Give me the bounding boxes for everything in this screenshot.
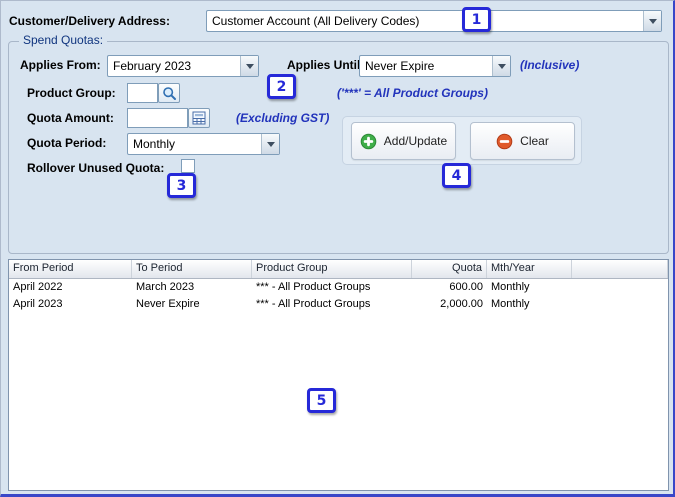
column-header-mth-year[interactable]: Mth/Year [487, 260, 572, 278]
chevron-down-icon[interactable] [492, 56, 510, 76]
cell-mth-year: Monthly [491, 281, 530, 293]
spend-quotas-group: Spend Quotas: Applies From: February 202… [8, 33, 669, 254]
cell-to-period: March 2023 [136, 281, 195, 293]
quota-button-panel: Add/Update Clear [342, 116, 582, 165]
rollover-label: Rollover Unused Quota: [27, 161, 165, 175]
product-group-input[interactable] [127, 83, 158, 103]
add-update-button[interactable]: Add/Update [351, 122, 456, 160]
cell-from-period: April 2023 [13, 298, 63, 310]
calculator-icon [192, 111, 206, 125]
customer-address-label: Customer/Delivery Address: [9, 14, 170, 28]
product-group-label: Product Group: [27, 86, 116, 100]
spend-quotas-group-title: Spend Quotas: [19, 33, 108, 47]
applies-from-dropdown[interactable]: February 2023 [107, 55, 259, 77]
som-mark-3: 3 [167, 173, 196, 198]
quota-table-header: From Period To Period Product Group Quot… [9, 260, 668, 279]
column-header-to-period[interactable]: To Period [132, 260, 252, 278]
quota-table: From Period To Period Product Group Quot… [8, 259, 669, 491]
column-header-filler [572, 260, 668, 278]
clear-button[interactable]: Clear [470, 122, 575, 160]
applies-until-value: Never Expire [365, 59, 435, 73]
clear-button-label: Clear [520, 134, 549, 148]
applies-from-label: Applies From: [20, 58, 101, 72]
cell-product-group: *** - All Product Groups [256, 281, 371, 293]
spend-quota-window: Customer/Delivery Address: Customer Acco… [0, 0, 675, 497]
product-group-hint: ('***' = All Product Groups) [337, 86, 488, 100]
quota-amount-hint: (Excluding GST) [236, 111, 330, 125]
applies-until-dropdown[interactable]: Never Expire [359, 55, 511, 77]
quota-amount-input[interactable] [127, 108, 188, 128]
remove-icon [496, 133, 513, 150]
column-header-from-period[interactable]: From Period [9, 260, 132, 278]
quota-period-dropdown[interactable]: Monthly [127, 133, 280, 155]
rollover-checkbox[interactable] [181, 159, 195, 173]
customer-address-dropdown[interactable]: Customer Account (All Delivery Codes) [206, 10, 662, 32]
chevron-down-icon[interactable] [643, 11, 661, 31]
column-header-quota[interactable]: Quota [412, 260, 487, 278]
quota-period-value: Monthly [133, 137, 176, 151]
inclusive-hint: (Inclusive) [520, 58, 580, 72]
som-mark-1: 1 [462, 7, 491, 32]
som-mark-5: 5 [307, 388, 336, 413]
som-mark-2: 2 [267, 74, 296, 99]
cell-quota: 2,000.00 [440, 298, 483, 310]
quota-amount-label: Quota Amount: [27, 111, 114, 125]
cell-to-period: Never Expire [136, 298, 200, 310]
cell-product-group: *** - All Product Groups [256, 298, 371, 310]
add-icon [360, 133, 377, 150]
cell-quota: 600.00 [449, 281, 483, 293]
product-group-search-button[interactable] [158, 83, 180, 103]
customer-address-value: Customer Account (All Delivery Codes) [212, 14, 420, 28]
chevron-down-icon[interactable] [240, 56, 258, 76]
add-update-button-label: Add/Update [383, 134, 448, 148]
chevron-down-icon[interactable] [261, 134, 279, 154]
search-icon [162, 86, 177, 101]
cell-from-period: April 2022 [13, 281, 63, 293]
table-row[interactable]: April 2023 Never Expire *** - All Produc… [9, 296, 668, 313]
cell-mth-year: Monthly [491, 298, 530, 310]
som-mark-4: 4 [442, 163, 471, 188]
applies-until-label: Applies Until: [287, 58, 365, 72]
column-header-product-group[interactable]: Product Group [252, 260, 412, 278]
applies-from-value: February 2023 [113, 59, 192, 73]
quota-amount-calculator-button[interactable] [188, 108, 210, 128]
quota-period-label: Quota Period: [27, 136, 107, 150]
table-row[interactable]: April 2022 March 2023 *** - All Product … [9, 279, 668, 296]
